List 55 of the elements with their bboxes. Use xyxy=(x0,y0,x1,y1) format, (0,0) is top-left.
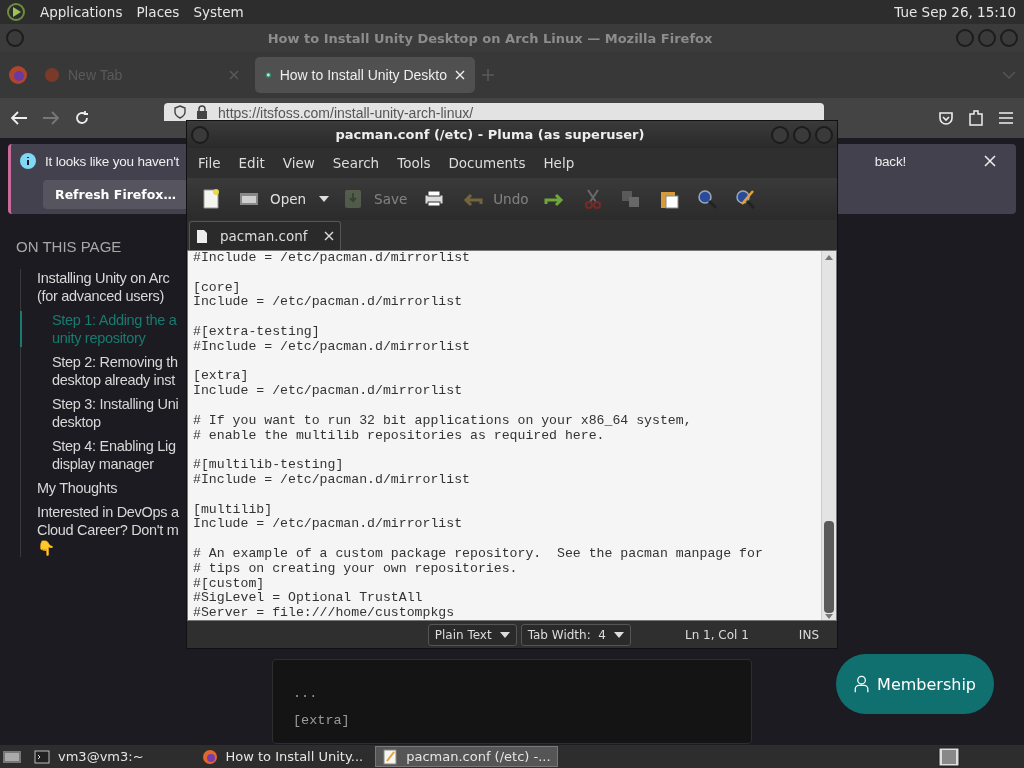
refresh-firefox-button[interactable]: Refresh Firefox… xyxy=(43,180,188,209)
window-title: pacman.conf (/etc) - Pluma (as superuser) xyxy=(334,127,646,142)
menu-item[interactable]: Documents xyxy=(439,155,535,171)
toc-link[interactable]: Step 2: Removing th desktop already inst xyxy=(20,353,178,389)
toc-link[interactable]: Step 3: Installing Uni desktop xyxy=(20,395,179,431)
dropdown-arrow-icon xyxy=(499,631,510,638)
browser-logo-icon xyxy=(44,67,60,83)
info-icon xyxy=(19,152,37,170)
cursor-position: Ln 1, Col 1 xyxy=(685,627,749,642)
menu-item[interactable]: File xyxy=(189,155,230,171)
terminal-icon xyxy=(34,748,50,765)
extensions-icon[interactable] xyxy=(968,109,984,127)
language-dropdown[interactable]: Plain Text xyxy=(427,623,517,646)
back-icon[interactable] xyxy=(10,110,28,126)
menu-item[interactable]: Tools xyxy=(388,155,440,171)
taskbar-button[interactable]: vm3@vm3:~ xyxy=(28,746,150,767)
browser-icon xyxy=(201,748,218,765)
workspace-switcher-icon[interactable] xyxy=(938,746,960,767)
pocket-icon[interactable] xyxy=(938,110,954,126)
tab-width-dropdown[interactable]: Tab Width: 4 xyxy=(520,623,631,646)
membership-button[interactable]: Membership xyxy=(836,654,994,714)
clock[interactable]: Tue Sep 26, 15:10 xyxy=(894,4,1016,20)
window-title: How to Install Unity Desktop on Arch Linux — Mozilla Firefox xyxy=(266,30,714,46)
menu-logo-icon[interactable] xyxy=(6,2,26,22)
dropdown-arrow-icon[interactable] xyxy=(319,196,330,202)
lock-icon[interactable] xyxy=(196,105,208,119)
taskbar-button[interactable]: pacman.conf (/etc) -... xyxy=(375,746,558,767)
notification-text: It looks like you haven't xyxy=(45,153,180,169)
insert-mode: INS xyxy=(798,627,819,642)
panel-menu[interactable]: System xyxy=(193,4,244,20)
address-bar[interactable]: https://itsfoss.com/install-unity-arch-linux/ xyxy=(164,103,824,121)
menu-item[interactable]: Help xyxy=(534,155,584,171)
shield-icon[interactable] xyxy=(174,105,186,119)
document-tab[interactable]: pacman.conf xyxy=(189,221,341,250)
toc-heading: ON THIS PAGE xyxy=(16,238,122,255)
document-icon xyxy=(196,228,208,244)
notification-text: back! xyxy=(874,153,906,169)
menu-item[interactable]: View xyxy=(273,155,324,171)
dropdown-arrow-icon xyxy=(614,631,624,638)
open-button[interactable]: Open xyxy=(235,186,310,212)
menu-item[interactable]: Edit xyxy=(229,155,274,171)
toc-link[interactable]: My Thoughts xyxy=(20,479,118,497)
browser-tab[interactable]: How to Install Unity Deskto xyxy=(255,57,475,93)
menu-icon[interactable] xyxy=(998,111,1014,125)
reload-icon[interactable] xyxy=(74,110,90,126)
toc-link[interactable]: Installing Unity on Arc (for advanced users) xyxy=(20,269,170,305)
panel-menu[interactable]: Places xyxy=(136,4,180,20)
text-editor-icon xyxy=(382,748,399,765)
toc-link[interactable]: Interested in DevOps a Cloud Career? Don't m 👇 xyxy=(20,503,179,557)
scrollbar[interactable] xyxy=(821,251,836,620)
taskbar-button[interactable]: How to Install Unity... xyxy=(195,746,370,767)
toc-link[interactable]: Step 4: Enabling Lig display manager xyxy=(20,437,176,473)
panel-menu[interactable]: Applications xyxy=(40,4,123,20)
menu-item[interactable]: Search xyxy=(323,155,389,171)
code-text: ... [extra] xyxy=(293,685,351,730)
